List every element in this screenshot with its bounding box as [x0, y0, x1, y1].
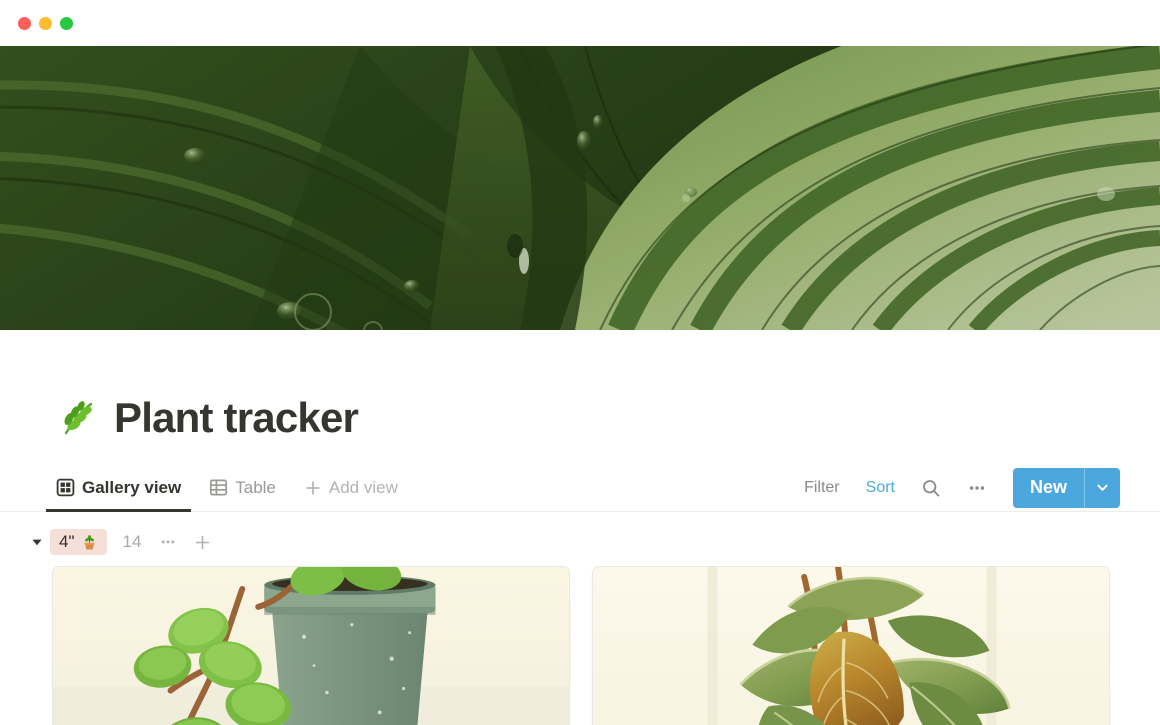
plus-icon	[193, 533, 212, 552]
page-title: Plant tracker	[114, 394, 359, 441]
tab-gallery-view-label: Gallery view	[82, 477, 182, 497]
add-view-label: Add view	[328, 477, 398, 497]
gallery-card[interactable]	[52, 566, 570, 725]
group-collapse-toggle[interactable]	[24, 535, 50, 549]
add-view-button[interactable]: Add view	[304, 464, 410, 512]
app-window: Plant tracker Gallery view Table Add vie…	[0, 0, 1160, 725]
window-controls	[18, 16, 73, 30]
sort-button[interactable]: Sort	[853, 472, 908, 504]
group-more-button[interactable]	[159, 533, 177, 551]
search-icon	[921, 478, 941, 498]
group-header: 4" 14	[0, 512, 1160, 556]
chevron-down-icon	[1095, 480, 1110, 495]
group-item-count: 14	[122, 532, 142, 551]
window-titlebar	[0, 0, 1160, 46]
filter-button[interactable]: Filter	[791, 472, 853, 504]
search-button[interactable]	[908, 472, 954, 504]
ellipsis-icon	[159, 533, 177, 551]
gallery-grid	[0, 556, 1160, 725]
new-button[interactable]: New	[1012, 467, 1120, 508]
table-view-icon	[209, 478, 228, 497]
potted-plant-emoji	[81, 534, 98, 551]
view-toolbar: Gallery view Table Add view Filter Sort …	[0, 464, 1160, 512]
group-tag-label: 4"	[59, 532, 75, 551]
page-cover-image[interactable]	[0, 46, 1160, 330]
new-button-label: New	[1029, 477, 1067, 497]
card-image	[593, 567, 1109, 725]
gallery-view-icon	[56, 478, 75, 497]
minimize-button[interactable]	[39, 16, 52, 30]
card-image	[53, 567, 569, 725]
group-value-tag[interactable]: 4"	[50, 529, 107, 555]
view-tabs: Gallery view Table Add view	[45, 464, 426, 512]
tab-table[interactable]: Table	[209, 464, 288, 512]
herb-emoji[interactable]	[56, 396, 100, 440]
page-body: Plant tracker Gallery view Table Add vie…	[0, 330, 1160, 725]
close-button[interactable]	[18, 16, 31, 30]
caret-down-icon	[30, 535, 44, 549]
cover-illustration	[0, 46, 1160, 330]
page-header: Plant tracker	[0, 330, 1160, 440]
ellipsis-icon	[967, 478, 987, 498]
tab-gallery-view[interactable]: Gallery view	[45, 464, 193, 512]
new-button-dropdown[interactable]	[1084, 467, 1120, 508]
gallery-card[interactable]	[592, 566, 1110, 725]
group-add-button[interactable]	[193, 533, 212, 552]
view-actions: Filter Sort New	[791, 467, 1120, 508]
plus-icon	[304, 479, 322, 497]
maximize-button[interactable]	[60, 16, 73, 30]
more-options-button[interactable]	[954, 472, 1000, 504]
tab-table-label: Table	[235, 477, 276, 497]
